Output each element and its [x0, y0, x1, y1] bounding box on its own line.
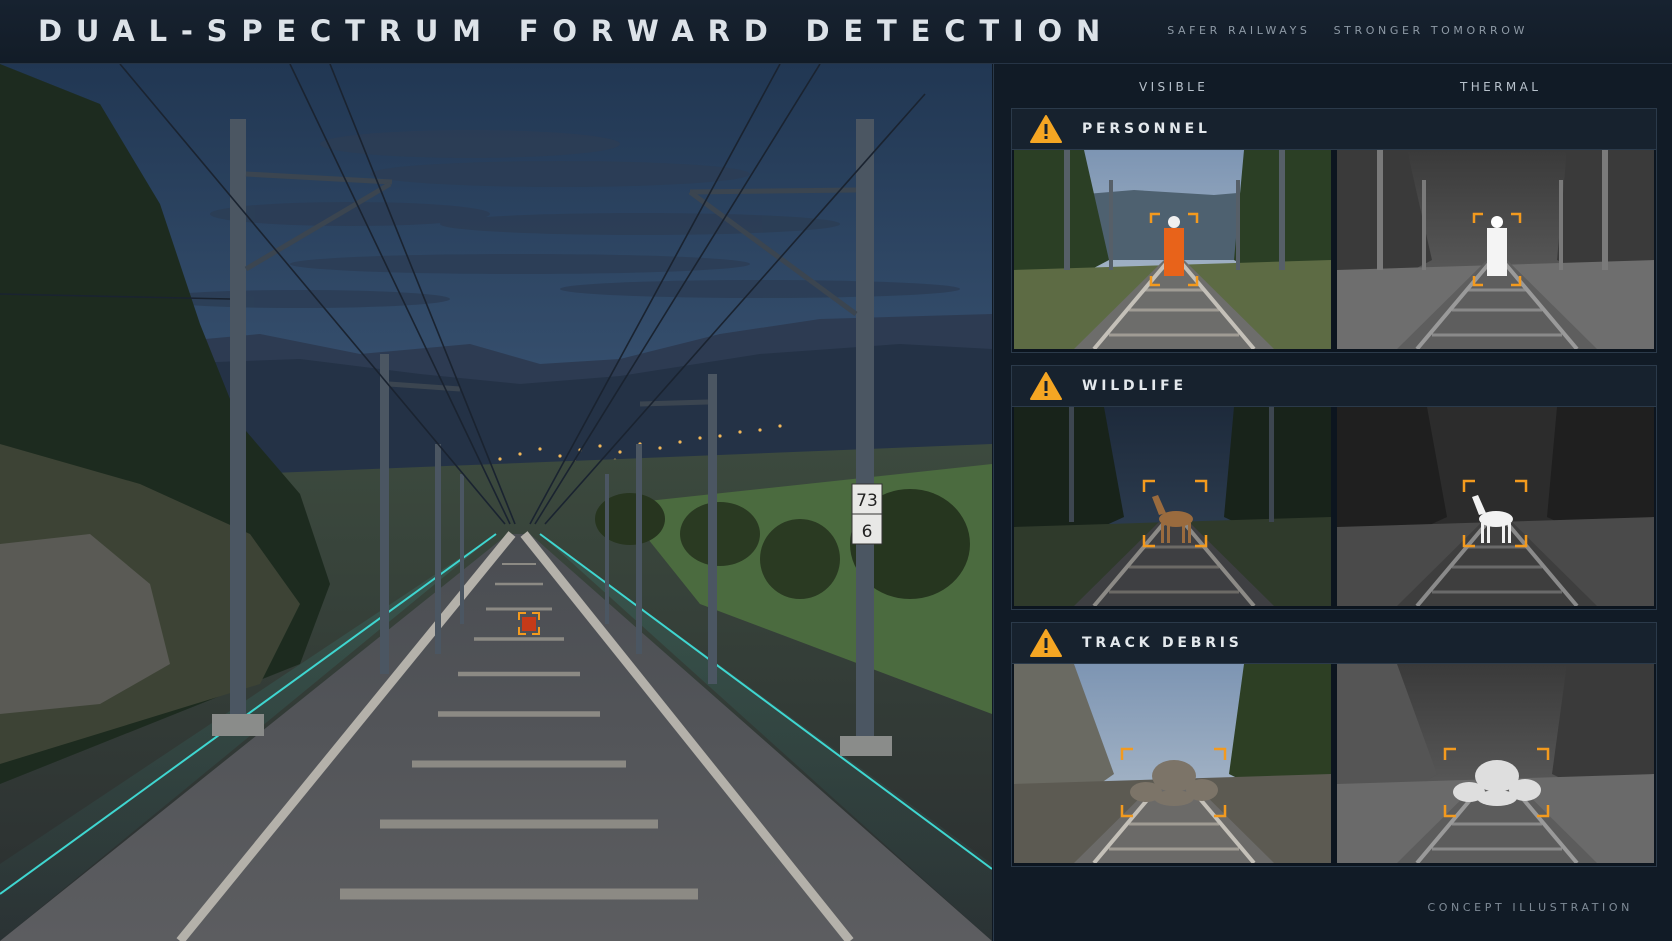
thermal-feed-wildlife[interactable]	[1337, 407, 1654, 606]
detection-card-personnel[interactable]: PERSONNEL	[1011, 108, 1657, 353]
column-header-visible: VISIBLE	[1139, 80, 1209, 94]
km-post-bottom: 6	[862, 522, 873, 542]
detection-label: PERSONNEL	[1082, 121, 1211, 137]
person-heat-signature	[1487, 228, 1507, 276]
tagline-left: SAFER RAILWAYS	[1167, 24, 1311, 37]
detection-header: TRACK DEBRIS	[1012, 623, 1656, 664]
visible-feed-track-debris[interactable]	[1014, 664, 1331, 863]
detection-card-wildlife[interactable]: WILDLIFE	[1011, 365, 1657, 610]
visible-feed-wildlife[interactable]	[1014, 407, 1331, 606]
detection-header: WILDLIFE	[1012, 366, 1656, 407]
header-bar: DUAL-SPECTRUM FORWARD DETECTION SAFER RA…	[0, 0, 1672, 64]
tagline-right: STRONGER TOMORROW	[1333, 24, 1528, 37]
page-title: DUAL-SPECTRUM FORWARD DETECTION	[38, 14, 1115, 48]
thermal-feed-personnel[interactable]	[1337, 150, 1654, 349]
km-post-top: 73	[856, 491, 878, 511]
detection-header: PERSONNEL	[1012, 109, 1656, 150]
column-header-thermal: THERMAL	[1460, 80, 1542, 94]
detection-label: TRACK DEBRIS	[1082, 635, 1243, 651]
visible-feed-personnel[interactable]	[1014, 150, 1331, 349]
forward-camera-view: 73 6	[0, 64, 992, 941]
detection-card-track-debris[interactable]: TRACK DEBRIS	[1011, 622, 1657, 867]
person-figure	[1164, 228, 1184, 276]
thermal-feed-track-debris[interactable]	[1337, 664, 1654, 863]
warning-triangle-icon	[1030, 372, 1062, 400]
detection-label: WILDLIFE	[1082, 378, 1187, 394]
warning-triangle-icon	[1030, 115, 1062, 143]
railway-scene: 73 6	[0, 64, 992, 941]
detection-panel: VISIBLE THERMAL PERSONNEL WILDLIFE TRACK…	[993, 64, 1672, 941]
warning-triangle-icon	[1030, 629, 1062, 657]
concept-footnote: CONCEPT ILLUSTRATION	[1427, 901, 1633, 914]
tagline: SAFER RAILWAYS STRONGER TOMORROW	[1167, 24, 1528, 37]
